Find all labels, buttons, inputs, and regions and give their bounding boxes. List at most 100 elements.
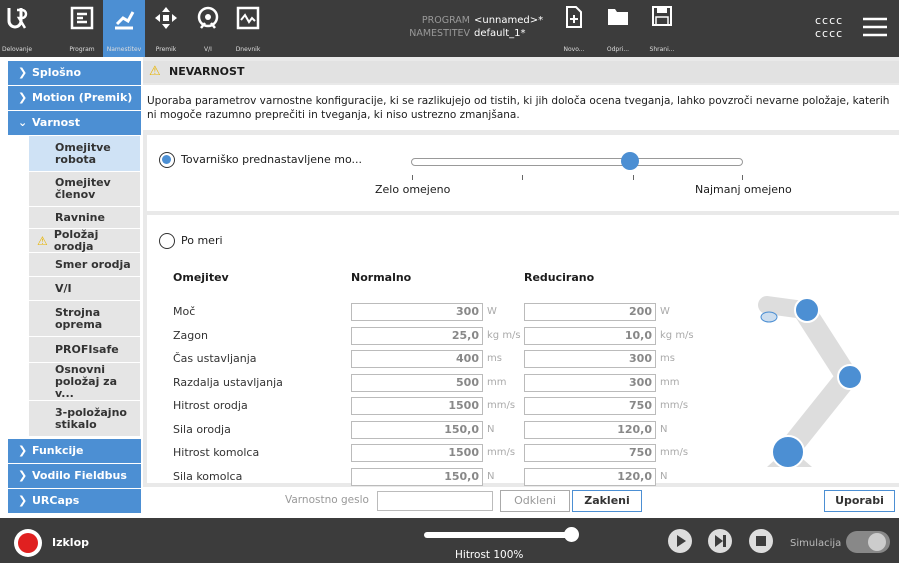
slider-tick (742, 175, 743, 180)
slider-tick (522, 175, 523, 180)
play-icon[interactable] (668, 529, 692, 553)
reduced-value-input[interactable]: 120,0 (524, 468, 656, 486)
normal-value-input[interactable]: 1500 (351, 397, 483, 415)
limit-name: Moč (173, 305, 196, 318)
stop-icon[interactable] (749, 529, 773, 553)
slider-label-left: Zelo omejeno (375, 183, 451, 196)
sidebar-item-profisafe[interactable]: PROFIsafe (29, 337, 140, 363)
sidebar-header-splosno[interactable]: ❯ Splošno (8, 61, 141, 85)
sidebar-header-label: Funkcije (32, 444, 84, 457)
preset-slider-knob[interactable] (621, 152, 639, 170)
lock-button[interactable]: Zakleni (572, 490, 642, 512)
sidebar-header-funkcije[interactable]: ❯ Funkcije (8, 439, 141, 463)
footer-bar: Izklop Hitrost 100% Simulacija (0, 518, 899, 563)
limit-name: Zagon (173, 329, 208, 342)
sidebar-item-vi[interactable]: V/I (29, 277, 140, 301)
sidebar-header-motion[interactable]: ❯ Motion (Premik) (8, 86, 141, 110)
reduced-value-input[interactable]: 120,0 (524, 421, 656, 439)
sidebar-header-varnost[interactable]: ⌄ Varnost (8, 111, 141, 135)
normal-value-input[interactable]: 400 (351, 350, 483, 368)
io-icon (197, 6, 219, 29)
tab-label: Namestitev (106, 46, 142, 53)
hamburger-menu-icon[interactable] (862, 16, 888, 38)
apply-button[interactable]: Uporabi (824, 490, 895, 512)
preset-radio-label: Tovarniško prednastavljene mo... (181, 153, 363, 166)
sidebar-item-omejitve-robota[interactable]: Omejitve robota (29, 136, 140, 172)
sidebar-header-fieldbus[interactable]: ❯ Vodilo Fieldbus (8, 464, 141, 488)
normal-value-input[interactable]: 150,0 (351, 421, 483, 439)
save-file-button[interactable]: Shrani... (644, 0, 680, 57)
sidebar-item-label: 3-položajno stikalo (55, 405, 127, 431)
unit-label: mm/s (660, 447, 689, 458)
slider-tick (412, 175, 413, 180)
tab-premik[interactable]: Premik (146, 0, 186, 57)
new-file-icon (566, 6, 582, 28)
open-file-button[interactable]: Odpri... (600, 0, 636, 57)
sidebar: ❯ Splošno ❯ Motion (Premik) ⌄ Varnost Omeji… (0, 57, 143, 518)
tab-label: V/I (204, 46, 212, 53)
limit-name: Razdalja ustavljanja (173, 376, 283, 389)
tab-delovanje[interactable]: Delovanje (0, 0, 34, 57)
tab-dnevnik[interactable]: Dnevnik (228, 0, 268, 57)
sidebar-item-polozaj-orodja[interactable]: ⚠ Položaj orodja (29, 228, 140, 253)
normal-value-input[interactable]: 1500 (351, 444, 483, 462)
sidebar-header-urcaps[interactable]: ❯ URCaps (8, 489, 141, 513)
program-info: PROGRAM <unnamed>* NAMESTITEV default_1* (400, 14, 543, 40)
limit-name: Hitrost komolca (173, 446, 260, 459)
warning-icon: ⚠ (149, 64, 161, 79)
custom-radio[interactable] (159, 233, 175, 249)
tab-label: Delovanje (1, 46, 33, 53)
tab-namestitev[interactable]: Namestitev (103, 0, 145, 57)
sidebar-item-osnovni-polozaj[interactable]: Osnovni položaj za v... (29, 363, 140, 401)
unit-label: W (660, 306, 670, 317)
simulation-toggle[interactable] (846, 531, 890, 553)
normal-value-input[interactable]: 150,0 (351, 468, 483, 486)
sidebar-item-label: V/I (55, 281, 72, 295)
new-file-button[interactable]: Novo... (556, 0, 592, 57)
reduced-value-input[interactable]: 750 (524, 444, 656, 462)
main-panel: ⚠ NEVARNOST Uporaba parametrov varnostne… (143, 57, 899, 518)
sidebar-item-ravnine[interactable]: Ravnine (29, 207, 140, 229)
tab-label: Program (69, 46, 95, 53)
step-icon[interactable] (708, 529, 732, 553)
reduced-value-input[interactable]: 750 (524, 397, 656, 415)
sidebar-item-omejitev-clenov[interactable]: Omejitev členov (29, 172, 140, 207)
action-row: Varnostno geslo Odkleni Zakleni Uporabi (143, 487, 899, 518)
preset-radio[interactable] (159, 152, 175, 168)
limit-name: Čas ustavljanja (173, 352, 257, 365)
program-key: PROGRAM (421, 15, 470, 26)
reduced-value-input[interactable]: 300 (524, 374, 656, 392)
normal-value-input[interactable]: 25,0 (351, 327, 483, 345)
reduced-value-input[interactable]: 300 (524, 350, 656, 368)
sidebar-item-label: Strojna oprema (55, 305, 103, 331)
sidebar-item-label: Ravnine (55, 210, 105, 224)
tab-program[interactable]: Program (62, 0, 102, 57)
unit-label: mm (487, 377, 507, 388)
tab-vi[interactable]: V/I (188, 0, 228, 57)
program-name: <unnamed>* (474, 15, 544, 26)
unit-label: kg m/s (487, 330, 521, 341)
power-button[interactable] (14, 529, 42, 557)
sidebar-item-label: Omejitev členov (55, 176, 111, 201)
sidebar-item-3-polozajno-stikalo[interactable]: 3-položajno stikalo (29, 401, 140, 437)
limit-name: Sila orodja (173, 423, 231, 436)
reduced-value-input[interactable]: 10,0 (524, 327, 656, 345)
sidebar-header-label: Vodilo Fieldbus (32, 469, 127, 482)
sidebar-item-strojna-oprema[interactable]: Strojna oprema (29, 301, 140, 337)
unit-label: kg m/s (660, 330, 694, 341)
password-input[interactable] (377, 491, 493, 511)
file-button-label: Shrani... (649, 46, 675, 53)
open-folder-icon (608, 9, 628, 25)
reduced-value-input[interactable]: 200 (524, 303, 656, 321)
sidebar-item-smer-orodja[interactable]: Smer orodja (29, 253, 140, 277)
robot-arm-illustration (758, 296, 863, 469)
unlock-button[interactable]: Odkleni (500, 490, 570, 512)
normal-value-input[interactable]: 500 (351, 374, 483, 392)
tab-label: Premik (155, 46, 177, 53)
unit-label: N (660, 471, 668, 482)
unit-label: mm (660, 377, 680, 388)
speed-slider-knob[interactable] (564, 527, 579, 542)
preset-slider-track[interactable] (411, 158, 743, 166)
normal-value-input[interactable]: 300 (351, 303, 483, 321)
speed-slider-track[interactable] (424, 532, 572, 538)
